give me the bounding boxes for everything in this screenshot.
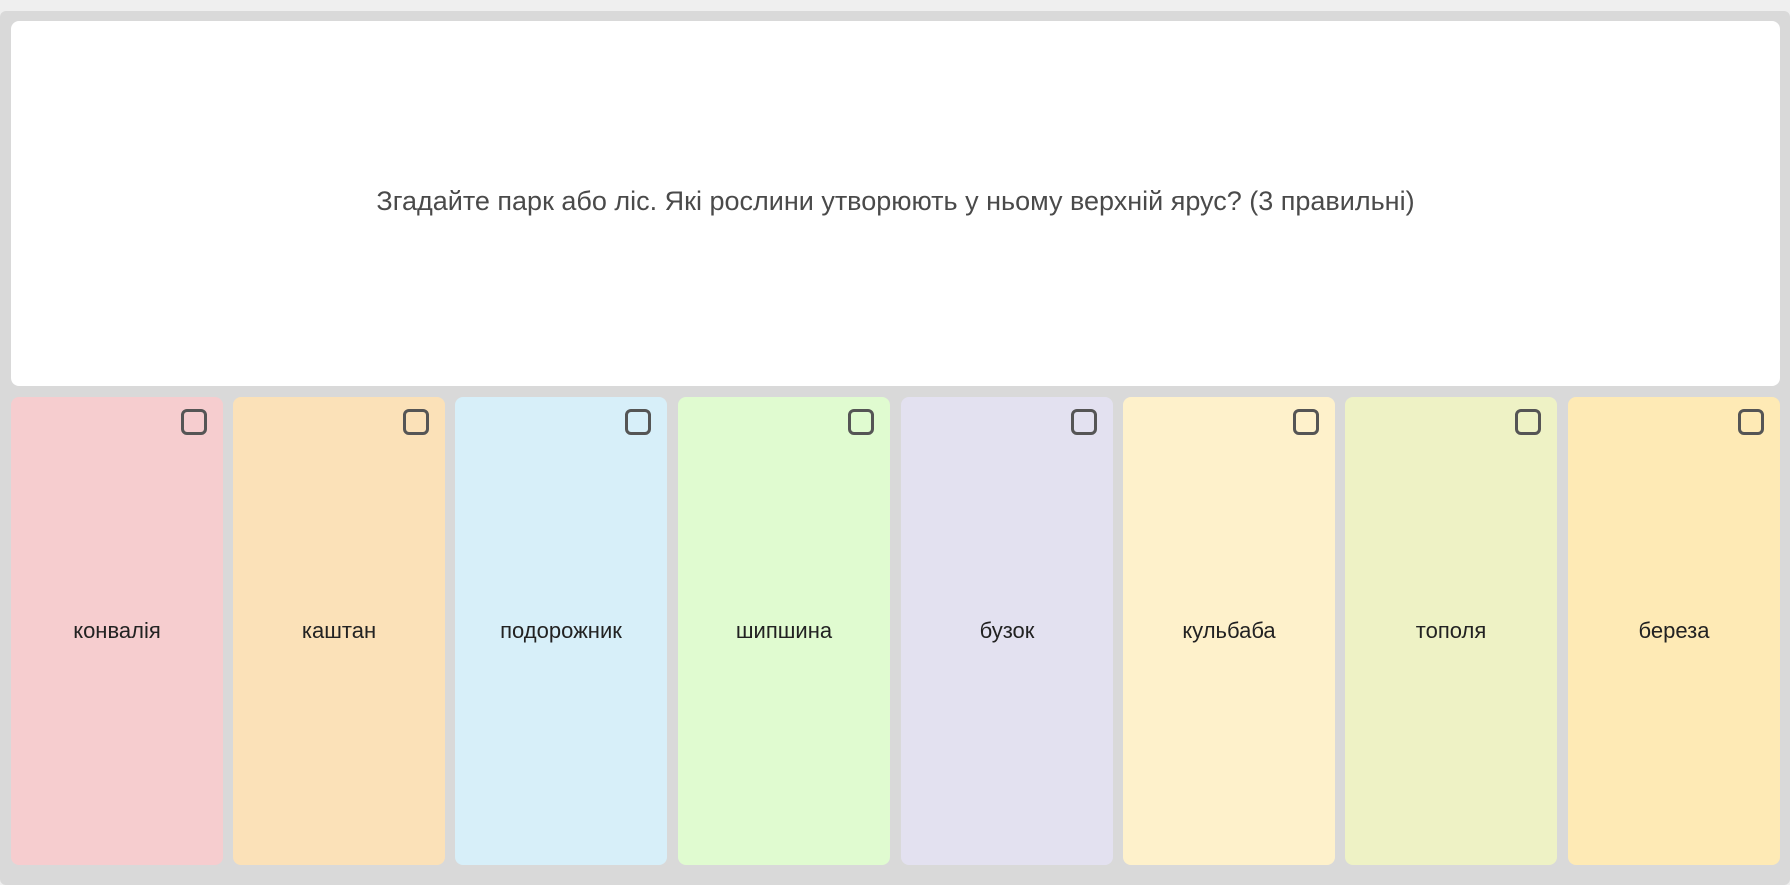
option-card-1[interactable]: каштан bbox=[233, 397, 445, 865]
checkbox-icon[interactable] bbox=[181, 409, 207, 435]
checkbox-icon[interactable] bbox=[1071, 409, 1097, 435]
option-label: шипшина bbox=[735, 618, 833, 643]
checkbox-icon[interactable] bbox=[403, 409, 429, 435]
option-label: конвалія bbox=[73, 618, 161, 643]
question-text: Згадайте парк або ліс. Які рослини утвор… bbox=[376, 186, 1415, 217]
question-panel: Згадайте парк або ліс. Які рослини утвор… bbox=[11, 21, 1780, 386]
option-card-4[interactable]: бузок bbox=[901, 397, 1113, 865]
option-label: подорожник bbox=[500, 618, 622, 643]
option-label: каштан bbox=[301, 618, 377, 643]
option-card-3[interactable]: шипшина bbox=[678, 397, 890, 865]
checkbox-icon[interactable] bbox=[1293, 409, 1319, 435]
option-card-0[interactable]: конвалія bbox=[11, 397, 223, 865]
option-label: кульбаба bbox=[1182, 618, 1276, 643]
checkbox-icon[interactable] bbox=[1515, 409, 1541, 435]
checkbox-icon[interactable] bbox=[848, 409, 874, 435]
option-card-5[interactable]: кульбаба bbox=[1123, 397, 1335, 865]
option-card-6[interactable]: тополя bbox=[1345, 397, 1557, 865]
options-row: конвалія каштан подорожник шипшина бузок… bbox=[11, 397, 1780, 865]
option-label: тополя bbox=[1415, 618, 1487, 643]
option-card-2[interactable]: подорожник bbox=[455, 397, 667, 865]
option-card-7[interactable]: береза bbox=[1568, 397, 1780, 865]
checkbox-icon[interactable] bbox=[625, 409, 651, 435]
checkbox-icon[interactable] bbox=[1738, 409, 1764, 435]
quiz-frame: Згадайте парк або ліс. Які рослини утвор… bbox=[0, 11, 1790, 885]
option-label: бузок bbox=[979, 618, 1035, 643]
option-label: береза bbox=[1638, 618, 1710, 643]
